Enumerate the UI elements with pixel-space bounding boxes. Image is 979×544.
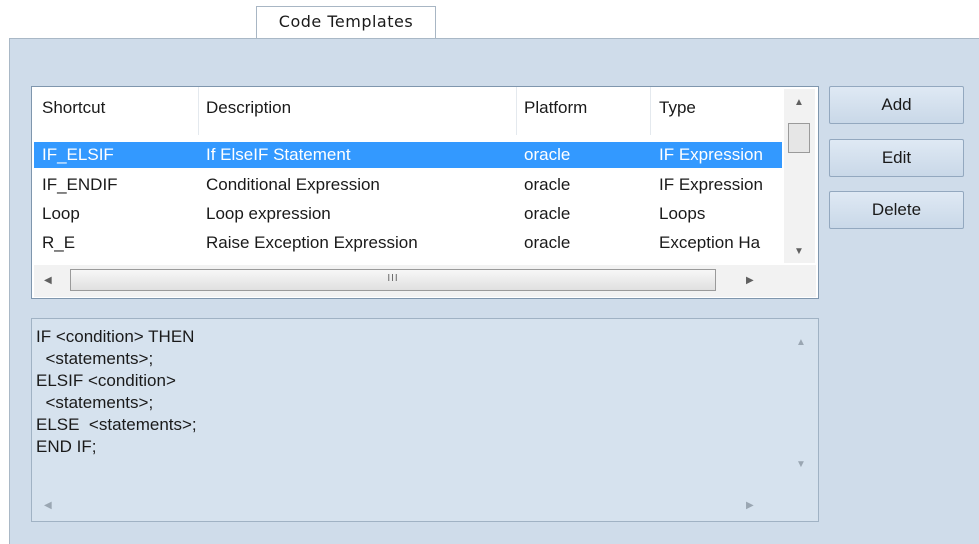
column-divider[interactable] [198, 87, 199, 135]
cell-type: Loops [659, 204, 706, 223]
delete-button[interactable]: Delete [829, 191, 964, 229]
scroll-right-icon[interactable]: ▶ [746, 500, 754, 511]
column-header-shortcut[interactable]: Shortcut [42, 95, 202, 121]
table-row[interactable]: IF_ENDIF Conditional Expression oracle I… [32, 172, 782, 198]
grip-icon: III [387, 273, 399, 284]
cell-description: Conditional Expression [206, 175, 380, 194]
cell-type: Exception Ha [659, 233, 761, 252]
templates-grid: Shortcut Description Platform Type IF_EL… [31, 86, 819, 299]
grid-vertical-scrollbar[interactable]: ▲ ▼ [784, 89, 815, 263]
cell-shortcut: IF_ENDIF [42, 175, 118, 194]
column-divider[interactable] [650, 87, 651, 135]
grid-horizontal-scrollbar[interactable]: ◀ III ▶ [34, 265, 816, 297]
preview-horizontal-scrollbar[interactable]: ◀ ▶ [34, 491, 816, 521]
scroll-left-icon[interactable]: ◀ [44, 500, 52, 511]
table-row[interactable]: R_E Raise Exception Expression oracle Ex… [32, 230, 782, 256]
scroll-down-icon[interactable]: ▼ [796, 459, 806, 470]
code-line: END IF; [36, 437, 97, 456]
cell-platform: oracle [524, 145, 571, 164]
column-header-type[interactable]: Type [659, 95, 779, 121]
table-row[interactable]: Loop Loop expression oracle Loops [32, 201, 782, 227]
cell-platform: oracle [524, 204, 571, 223]
cell-description: If ElseIF Statement [206, 145, 351, 164]
preview-vertical-scrollbar[interactable]: ▲ ▼ [784, 321, 817, 489]
cell-type: IF Expression [659, 175, 763, 194]
cell-platform: oracle [524, 175, 571, 194]
scroll-down-icon[interactable]: ▼ [794, 246, 804, 257]
scroll-up-icon[interactable]: ▲ [794, 97, 804, 108]
code-line: ELSIF <condition> [36, 371, 176, 390]
column-divider[interactable] [516, 87, 517, 135]
add-button[interactable]: Add [829, 86, 964, 124]
horizontal-scroll-thumb[interactable]: III [70, 269, 716, 291]
cell-shortcut: IF_ELSIF [42, 145, 114, 164]
code-line: ELSE <statements>; [36, 415, 197, 434]
cell-shortcut: Loop [42, 204, 80, 223]
code-line: <statements>; [36, 393, 154, 412]
cell-type: IF Expression [659, 145, 763, 164]
cell-description: Raise Exception Expression [206, 233, 418, 252]
table-row-if-elsif[interactable]: IF_ELSIF If ElseIF Statement oracle IF E… [32, 142, 782, 168]
cell-platform: oracle [524, 233, 571, 252]
scroll-left-icon[interactable]: ◀ [44, 275, 52, 286]
code-preview[interactable]: IF <condition> THEN <statements>; ELSIF … [31, 318, 819, 522]
column-header-description[interactable]: Description [206, 95, 506, 121]
scroll-right-icon[interactable]: ▶ [746, 275, 754, 286]
vertical-scroll-thumb[interactable] [788, 123, 810, 153]
tab-code-templates[interactable]: Code Templates [256, 6, 436, 38]
code-line: IF <condition> THEN [36, 327, 195, 346]
edit-button[interactable]: Edit [829, 139, 964, 177]
cell-description: Loop expression [206, 204, 331, 223]
code-line: <statements>; [36, 349, 154, 368]
scroll-up-icon[interactable]: ▲ [796, 337, 806, 348]
column-header-platform[interactable]: Platform [524, 95, 634, 121]
grid-header: Shortcut Description Platform Type [32, 95, 782, 121]
cell-shortcut: R_E [42, 233, 76, 252]
